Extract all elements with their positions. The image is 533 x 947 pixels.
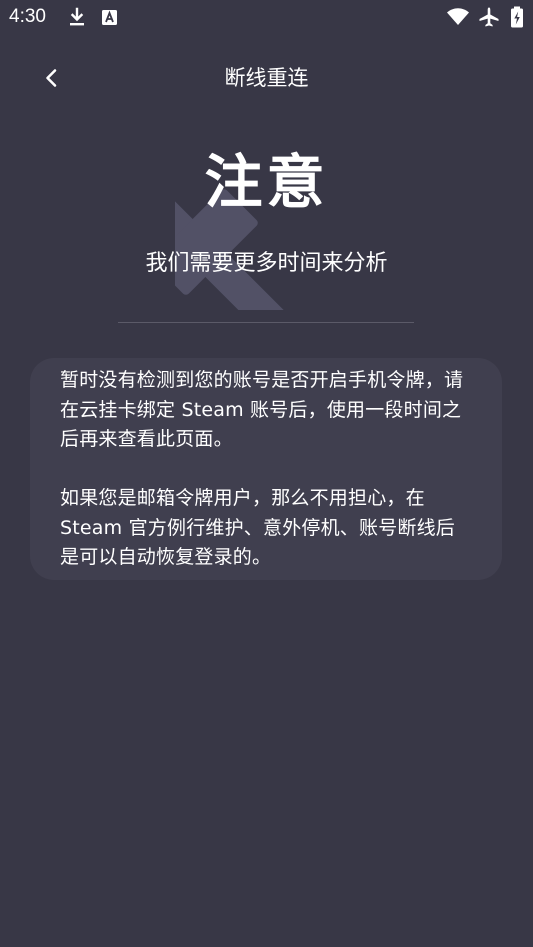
hero-subtitle: 我们需要更多时间来分析	[145, 251, 388, 276]
airplane-icon	[477, 6, 499, 28]
text-a-icon	[99, 6, 121, 28]
hero-title: 注意	[204, 148, 329, 216]
notice-paragraph-1: 暂时没有检测到您的账号是否开启手机令牌，请在云挂卡绑定 Steam 账号后，使用…	[60, 369, 464, 450]
divider	[118, 322, 414, 323]
battery-icon	[508, 6, 526, 28]
header: 断线重连	[0, 50, 533, 106]
notice-paragraph-2: 如果您是邮箱令牌用户，那么不用担心，在 Steam 官方例行维护、意外停机、账号…	[60, 487, 455, 568]
wifi-icon	[446, 6, 469, 28]
page-title: 断线重连	[224, 66, 309, 90]
status-time: 4:30	[9, 6, 46, 27]
notice-card: 暂时没有检测到您的账号是否开启手机令牌，请在云挂卡绑定 Steam 账号后，使用…	[30, 358, 502, 580]
status-bar: 4:30	[0, 0, 533, 36]
download-icon	[66, 6, 88, 28]
